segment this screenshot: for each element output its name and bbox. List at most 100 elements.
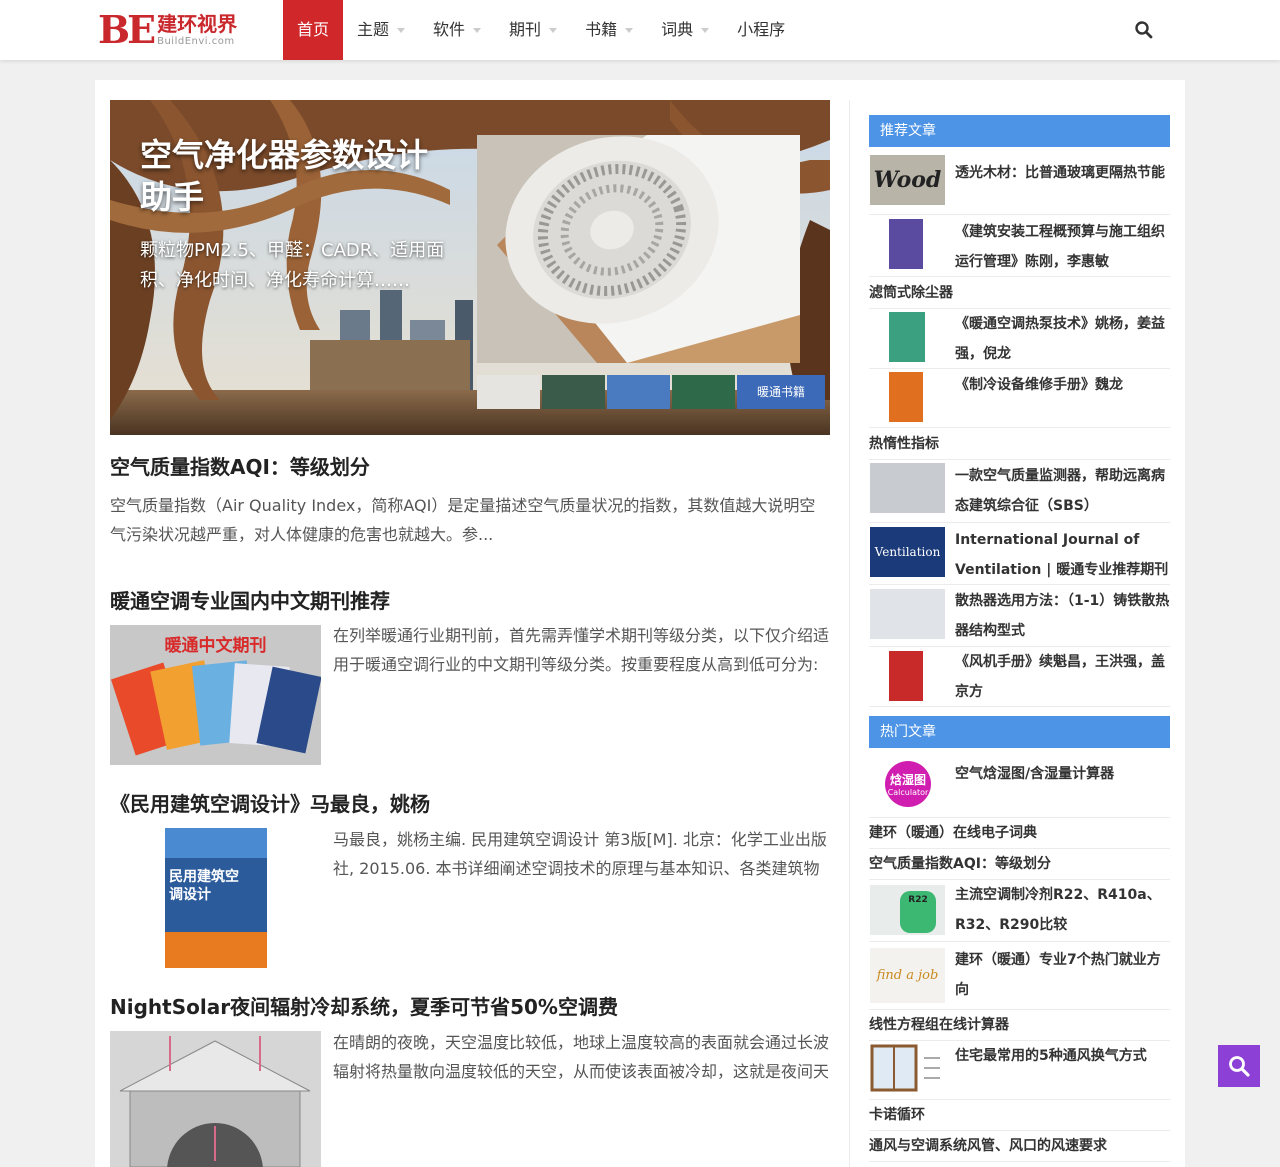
hero-featured-image[interactable] bbox=[477, 135, 800, 363]
thumbnail-label: Wood bbox=[873, 167, 942, 193]
nav-item-home[interactable]: 首页 bbox=[283, 0, 344, 60]
sidebar-list-item[interactable]: 散热器选用方法：（1-1）铸铁散热器结构型式 bbox=[869, 585, 1170, 647]
nav-item-dictionary[interactable]: 词典 bbox=[647, 0, 723, 60]
sidebar-thumbnail: Ventilation bbox=[870, 527, 945, 577]
site-header: BE 建环视界 BuildEnvi.com 首页 主题 软件 期刊 书籍 词典 … bbox=[0, 0, 1280, 60]
sidebar-thumbnail bbox=[889, 219, 923, 269]
sidebar-item-title[interactable]: 滤筒式除尘器 bbox=[869, 278, 1170, 309]
logo-mark: BE bbox=[98, 7, 156, 52]
sidebar-item-title[interactable]: 热惰性指标 bbox=[869, 429, 1170, 460]
article-excerpt: 在晴朗的夜晚，天空温度比较低，地球上温度较高的表面就会通过长波辐射将热量散向温度… bbox=[333, 1033, 830, 1081]
nav-label: 首页 bbox=[297, 20, 330, 39]
sidebar-list-item[interactable]: 住宅最常用的5种通风换气方式 bbox=[869, 1041, 1170, 1100]
sidebar-item-title[interactable]: 通风与空调系统风管、风口的风速要求 bbox=[869, 1131, 1170, 1162]
sidebar-item-title[interactable]: 《风机手册》续魁昌，王洪强，盖京方 bbox=[955, 647, 1170, 707]
thumbnail-label: R22 bbox=[900, 891, 936, 933]
sidebar-thumbnail bbox=[870, 589, 945, 639]
nav-item-software[interactable]: 软件 bbox=[419, 0, 495, 60]
search-icon[interactable] bbox=[1134, 20, 1154, 40]
article-thumbnail[interactable] bbox=[110, 1031, 321, 1167]
sidebar-item-title[interactable]: 主流空调制冷剂R22、R410a、R32、R290比较 bbox=[955, 880, 1170, 940]
hero-subtitle: 颗粒物PM2.5、甲醛：CADR、适用面积、净化时间、净化寿命计算…… bbox=[140, 240, 445, 291]
sidebar-thumbnail bbox=[889, 372, 923, 422]
hero-thumb-hvac[interactable] bbox=[607, 375, 670, 409]
sidebar-thumbnail bbox=[870, 1044, 945, 1094]
nav-item-journals[interactable]: 期刊 bbox=[495, 0, 571, 60]
sidebar-item-title[interactable]: 空气质量指数AQI：等级划分 bbox=[869, 849, 1170, 880]
sidebar-list-item[interactable]: 《风机手册》续魁昌，王洪强，盖京方 bbox=[869, 647, 1170, 707]
nav-label: 期刊 bbox=[509, 20, 542, 39]
chevron-down-icon bbox=[625, 27, 634, 33]
sidebar-thumbnail: find a job bbox=[870, 948, 945, 1003]
sidebar-thumbnail: 焓湿图 Calculator bbox=[885, 761, 931, 807]
hero-thumb-books[interactable]: 暖通书籍 bbox=[737, 375, 825, 409]
nav-item-miniprogram[interactable]: 小程序 bbox=[723, 0, 799, 60]
thumbnail-label: find a job bbox=[876, 968, 939, 983]
article-title[interactable]: 《民用建筑空调设计》马最良，姚杨 bbox=[110, 788, 430, 817]
sidebar-item-title[interactable]: 一款空气质量监测器，帮助远离病态建筑综合征（SBS） bbox=[955, 461, 1170, 521]
chevron-down-icon bbox=[473, 27, 482, 33]
sidebar-item-title[interactable]: 透光木材：比普通玻璃更隔热节能 bbox=[955, 158, 1170, 188]
sidebar-list-item[interactable]: Wood 透光木材：比普通玻璃更隔热节能 bbox=[869, 155, 1170, 215]
nav-item-topics[interactable]: 主题 bbox=[343, 0, 419, 60]
sidebar-list-item[interactable]: R22 主流空调制冷剂R22、R410a、R32、R290比较 bbox=[869, 880, 1170, 942]
hero-title[interactable]: 空气净化器参数设计助手 bbox=[140, 134, 440, 218]
main-nav: 首页 主题 软件 期刊 书籍 词典 小程序 bbox=[283, 0, 799, 60]
sidebar-thumbnail: R22 bbox=[870, 885, 945, 935]
sidebar-item-title[interactable]: 建环（暖通）在线电子词典 bbox=[869, 818, 1170, 849]
hero-thumb-chart[interactable] bbox=[542, 375, 605, 409]
thumbnail-label: Ventilation bbox=[874, 545, 941, 559]
thumbnail-sublabel: Calculator bbox=[887, 788, 929, 797]
thumbnail-label: 暖通中文期刊 bbox=[164, 636, 267, 656]
sidebar-item-title[interactable]: 空气焓湿图/含湿量计算器 bbox=[955, 759, 1170, 789]
site-logo[interactable]: BE 建环视界 BuildEnvi.com bbox=[98, 10, 237, 50]
nav-item-books[interactable]: 书籍 bbox=[571, 0, 647, 60]
sidebar-item-title[interactable]: 《制冷设备维修手册》魏龙 bbox=[955, 370, 1170, 400]
article-excerpt: 空气质量指数（Air Quality Index，简称AQI）是定量描述空气质量… bbox=[110, 496, 816, 544]
article-title[interactable]: NightSolar夜间辐射冷却系统，夏季可节省50%空调费 bbox=[110, 991, 618, 1020]
sidebar-item-title[interactable]: International Journal of Ventilation | 暖… bbox=[955, 525, 1170, 585]
sidebar-item-title[interactable]: 住宅最常用的5种通风换气方式 bbox=[955, 1041, 1170, 1071]
sidebar-item-title[interactable]: 《建筑安装工程概预算与施工组织运行管理》陈刚，李惠敏 bbox=[955, 217, 1170, 277]
article-excerpt: 在列举暖通行业期刊前，首先需弄懂学术期刊等级分类，以下仅介绍适用于暖通空调行业的… bbox=[333, 626, 830, 674]
sidebar-list-item[interactable]: find a job 建环（暖通）专业7个热门就业方向 bbox=[869, 942, 1170, 1010]
sidebar-item-title[interactable]: 卡诺循环 bbox=[869, 1100, 1170, 1131]
logo-text: 建环视界 BuildEnvi.com bbox=[157, 14, 237, 47]
sidebar-item-title[interactable]: 建环（暖通）专业7个热门就业方向 bbox=[955, 945, 1170, 1005]
sidebar-thumbnail bbox=[889, 312, 925, 362]
sidebar-list-item[interactable]: 焓湿图 Calculator 空气焓湿图/含湿量计算器 bbox=[869, 758, 1170, 818]
article-thumbnail[interactable]: 暖通中文期刊 bbox=[110, 625, 321, 765]
sidebar-thumbnail: Wood bbox=[870, 155, 945, 205]
nav-label: 软件 bbox=[433, 20, 466, 39]
article-thumbnail[interactable]: 民用建筑空调设计 bbox=[165, 828, 267, 968]
book-cover-band bbox=[165, 932, 267, 968]
sidebar-list-item[interactable]: 一款空气质量监测器，帮助远离病态建筑综合征（SBS） bbox=[869, 461, 1170, 523]
sidebar-list-item[interactable]: 《暖通空调热泵技术》姚杨，姜益强，倪龙 bbox=[869, 309, 1170, 369]
floating-search-button[interactable] bbox=[1218, 1045, 1260, 1087]
sidebar-item-title[interactable]: 《暖通空调热泵技术》姚杨，姜益强，倪龙 bbox=[955, 309, 1170, 369]
sidebar-item-title[interactable]: 散热器选用方法：（1-1）铸铁散热器结构型式 bbox=[955, 586, 1170, 646]
thumbnail-label: 焓湿图 bbox=[889, 773, 926, 787]
nav-label: 小程序 bbox=[737, 20, 786, 39]
hero-thumb-journal[interactable] bbox=[672, 375, 735, 409]
hero-thumbnail-strip: 暖通书籍 bbox=[477, 375, 825, 409]
widget-title-popular: 热门文章 bbox=[869, 716, 1170, 748]
hero-thumb-purifier[interactable] bbox=[477, 375, 540, 409]
logo-chinese-name: 建环视界 bbox=[157, 11, 238, 36]
sidebar-item-title[interactable]: 线性方程组在线计算器 bbox=[869, 1010, 1170, 1041]
chevron-down-icon bbox=[701, 27, 710, 33]
chevron-down-icon bbox=[549, 27, 558, 33]
sidebar-list-item[interactable]: 《建筑安装工程概预算与施工组织运行管理》陈刚，李惠敏 bbox=[869, 215, 1170, 277]
hero-slider[interactable]: 空气净化器参数设计助手 颗粒物PM2.5、甲醛：CADR、适用面积、净化时间、净… bbox=[110, 100, 830, 435]
search-icon bbox=[1229, 1056, 1250, 1077]
thumbnail-label: 民用建筑空调设计 bbox=[169, 869, 239, 903]
sidebar-thumbnail bbox=[889, 651, 923, 701]
nav-label: 主题 bbox=[357, 20, 390, 39]
logo-english-name: BuildEnvi.com bbox=[157, 35, 235, 47]
column-divider bbox=[849, 100, 850, 1167]
article-title[interactable]: 暖通空调专业国内中文期刊推荐 bbox=[110, 585, 390, 614]
sidebar-list-item[interactable]: 《制冷设备维修手册》魏龙 bbox=[869, 369, 1170, 428]
chevron-down-icon bbox=[397, 27, 406, 33]
article-title[interactable]: 空气质量指数AQI：等级划分 bbox=[110, 451, 370, 480]
sidebar-list-item[interactable]: Ventilation International Journal of Ven… bbox=[869, 523, 1170, 585]
